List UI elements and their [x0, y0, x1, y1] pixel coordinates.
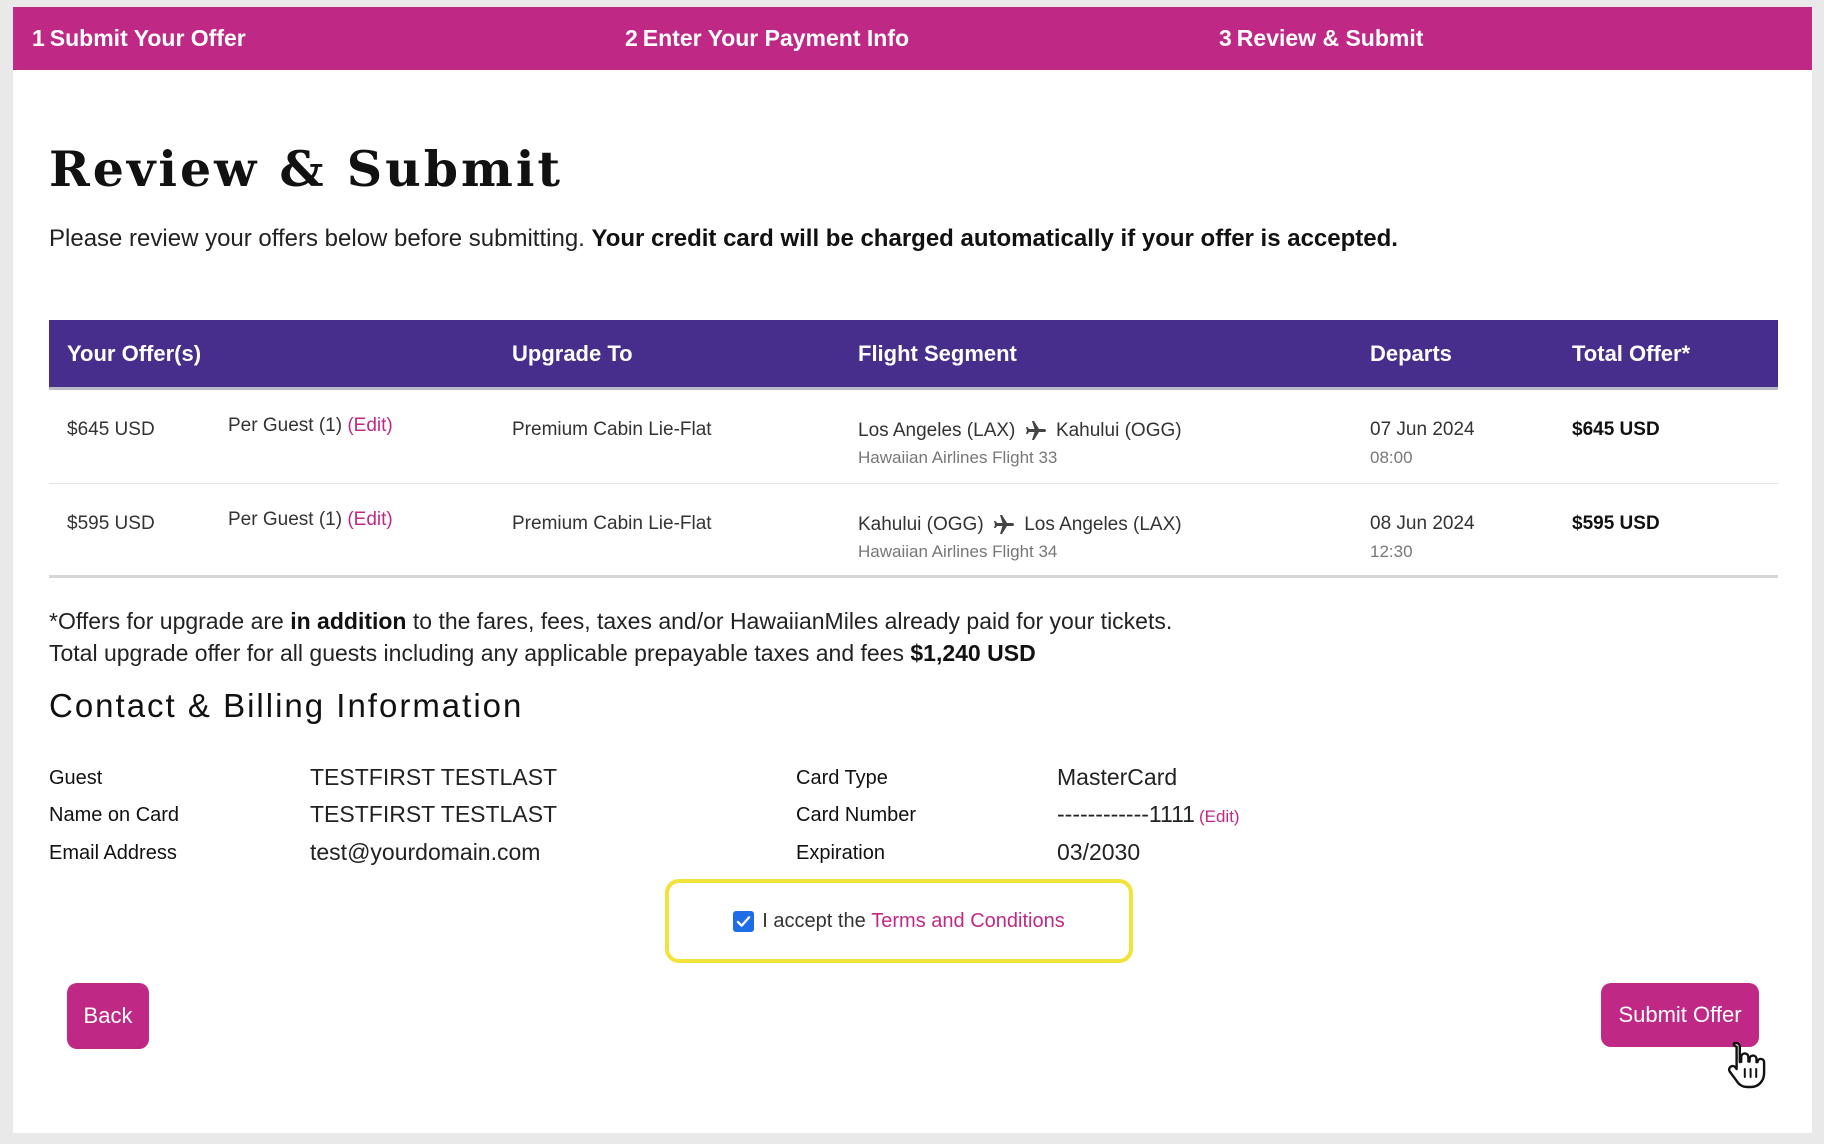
- per-guest: Per Guest (1) (Edit): [228, 509, 393, 531]
- step-number: 3: [1219, 25, 1232, 51]
- total-offer: $595 USD: [1572, 513, 1660, 534]
- header-upgrade-to: Upgrade To: [512, 341, 633, 366]
- guest-value: TESTFIRST TESTLAST: [310, 764, 558, 790]
- destination: Los Angeles (LAX): [1024, 514, 1182, 536]
- table-row: $595 USD Per Guest (1) (Edit) Premium Ca…: [49, 484, 1778, 578]
- note-text: *Offers for upgrade are: [49, 608, 291, 634]
- step-label: Enter Your Payment Info: [642, 25, 910, 51]
- depart-time: 08:00: [1370, 448, 1413, 467]
- header-total-offer: Total Offer*: [1572, 341, 1691, 366]
- terms-row: I accept the Terms and Conditions: [669, 883, 1129, 959]
- depart-time: 12:30: [1370, 542, 1413, 561]
- card-type-label: Card Type: [796, 767, 888, 789]
- offer-amount: $645 USD: [67, 419, 155, 440]
- destination: Kahului (OGG): [1055, 420, 1182, 442]
- page-frame: 1 Submit Your Offer 2 Enter Your Payment I…: [13, 7, 1812, 1133]
- flight-number: Hawaiian Airlines Flight 34: [858, 542, 1058, 561]
- step-payment-info[interactable]: 2 Enter Your Payment Info: [625, 7, 909, 70]
- offer-amount: $595 USD: [67, 513, 155, 534]
- upgrade-to: Premium Cabin Lie-Flat: [512, 513, 712, 534]
- email-label: Email Address: [49, 842, 177, 864]
- header-flight-segment: Flight Segment: [858, 341, 1017, 366]
- edit-offer-link[interactable]: (Edit): [347, 509, 392, 530]
- checkmark-icon: [737, 915, 751, 927]
- flight-route: Kahului (OGG) Los Angeles (LAX): [858, 513, 1182, 537]
- airplane-icon: [1025, 421, 1046, 440]
- step-submit-offer[interactable]: 1 Submit Your Offer: [32, 7, 246, 70]
- billing-section-title: Contact & Billing Information: [49, 687, 524, 724]
- per-guest-label: Per Guest (1): [228, 415, 343, 436]
- step-label: Review & Submit: [1236, 25, 1424, 51]
- card-number-value: ------------1111 (Edit): [1057, 801, 1240, 828]
- email-value: test@yourdomain.com: [310, 839, 541, 865]
- step-label: Submit Your Offer: [49, 25, 246, 51]
- masked-card-number: ------------1111: [1057, 801, 1195, 827]
- page-title: Review & Submit: [49, 140, 564, 198]
- terms-text: I accept the: [762, 909, 866, 932]
- submit-offer-button[interactable]: Submit Offer: [1601, 983, 1759, 1047]
- edit-card-link[interactable]: (Edit): [1199, 807, 1240, 826]
- note-line-1: *Offers for upgrade are in addition to t…: [49, 605, 1172, 637]
- expiration-value: 03/2030: [1057, 839, 1141, 865]
- back-button[interactable]: Back: [67, 983, 149, 1049]
- step-number: 2: [625, 25, 638, 51]
- card-number-label: Card Number: [796, 804, 917, 826]
- intro-text: Please review your offers below before s…: [49, 225, 1398, 253]
- card-type-value: MasterCard: [1057, 764, 1178, 790]
- accept-terms-checkbox[interactable]: [733, 910, 755, 932]
- airplane-icon: [993, 515, 1014, 534]
- total-offer: $645 USD: [1572, 419, 1660, 440]
- step-review-submit[interactable]: 3 Review & Submit: [1219, 7, 1423, 70]
- guest-label: Guest: [49, 767, 103, 789]
- note-line-2: Total upgrade offer for all guests inclu…: [49, 637, 1172, 669]
- note-text: to the fares, fees, taxes and/or Hawaiia…: [406, 608, 1173, 634]
- progress-steps: 1 Submit Your Offer 2 Enter Your Payment I…: [13, 7, 1812, 70]
- terms-highlight: I accept the Terms and Conditions: [665, 879, 1133, 963]
- upgrade-to: Premium Cabin Lie-Flat: [512, 419, 712, 440]
- terms-link[interactable]: Terms and Conditions: [871, 910, 1064, 933]
- table-row: $645 USD Per Guest (1) (Edit) Premium Ca…: [49, 390, 1778, 484]
- origin: Los Angeles (LAX): [858, 420, 1016, 442]
- offer-notes: *Offers for upgrade are in addition to t…: [49, 605, 1172, 669]
- origin: Kahului (OGG): [858, 514, 984, 536]
- grand-total: $1,240 USD: [910, 640, 1036, 666]
- intro-plain: Please review your offers below before s…: [49, 225, 592, 252]
- edit-offer-link[interactable]: (Edit): [347, 415, 392, 436]
- hand-cursor-icon: [1727, 1041, 1766, 1089]
- header-departs: Departs: [1370, 341, 1452, 366]
- flight-route: Los Angeles (LAX) Kahului (OGG): [858, 419, 1182, 443]
- per-guest: Per Guest (1) (Edit): [228, 415, 393, 437]
- note-text: Total upgrade offer for all guests inclu…: [49, 640, 911, 666]
- note-emphasis: in addition: [290, 608, 407, 634]
- header-your-offers: Your Offer(s): [67, 341, 202, 366]
- step-number: 1: [32, 25, 45, 51]
- per-guest-label: Per Guest (1): [228, 509, 343, 530]
- depart-date: 07 Jun 2024: [1370, 419, 1475, 440]
- name-on-card-value: TESTFIRST TESTLAST: [310, 801, 558, 827]
- offers-table-header: Your Offer(s) Upgrade To Flight Segment …: [49, 320, 1778, 390]
- flight-number: Hawaiian Airlines Flight 33: [858, 448, 1058, 467]
- intro-bold: Your credit card will be charged automat…: [591, 225, 1398, 252]
- depart-date: 08 Jun 2024: [1370, 513, 1475, 534]
- name-on-card-label: Name on Card: [49, 804, 180, 826]
- expiration-label: Expiration: [796, 842, 885, 864]
